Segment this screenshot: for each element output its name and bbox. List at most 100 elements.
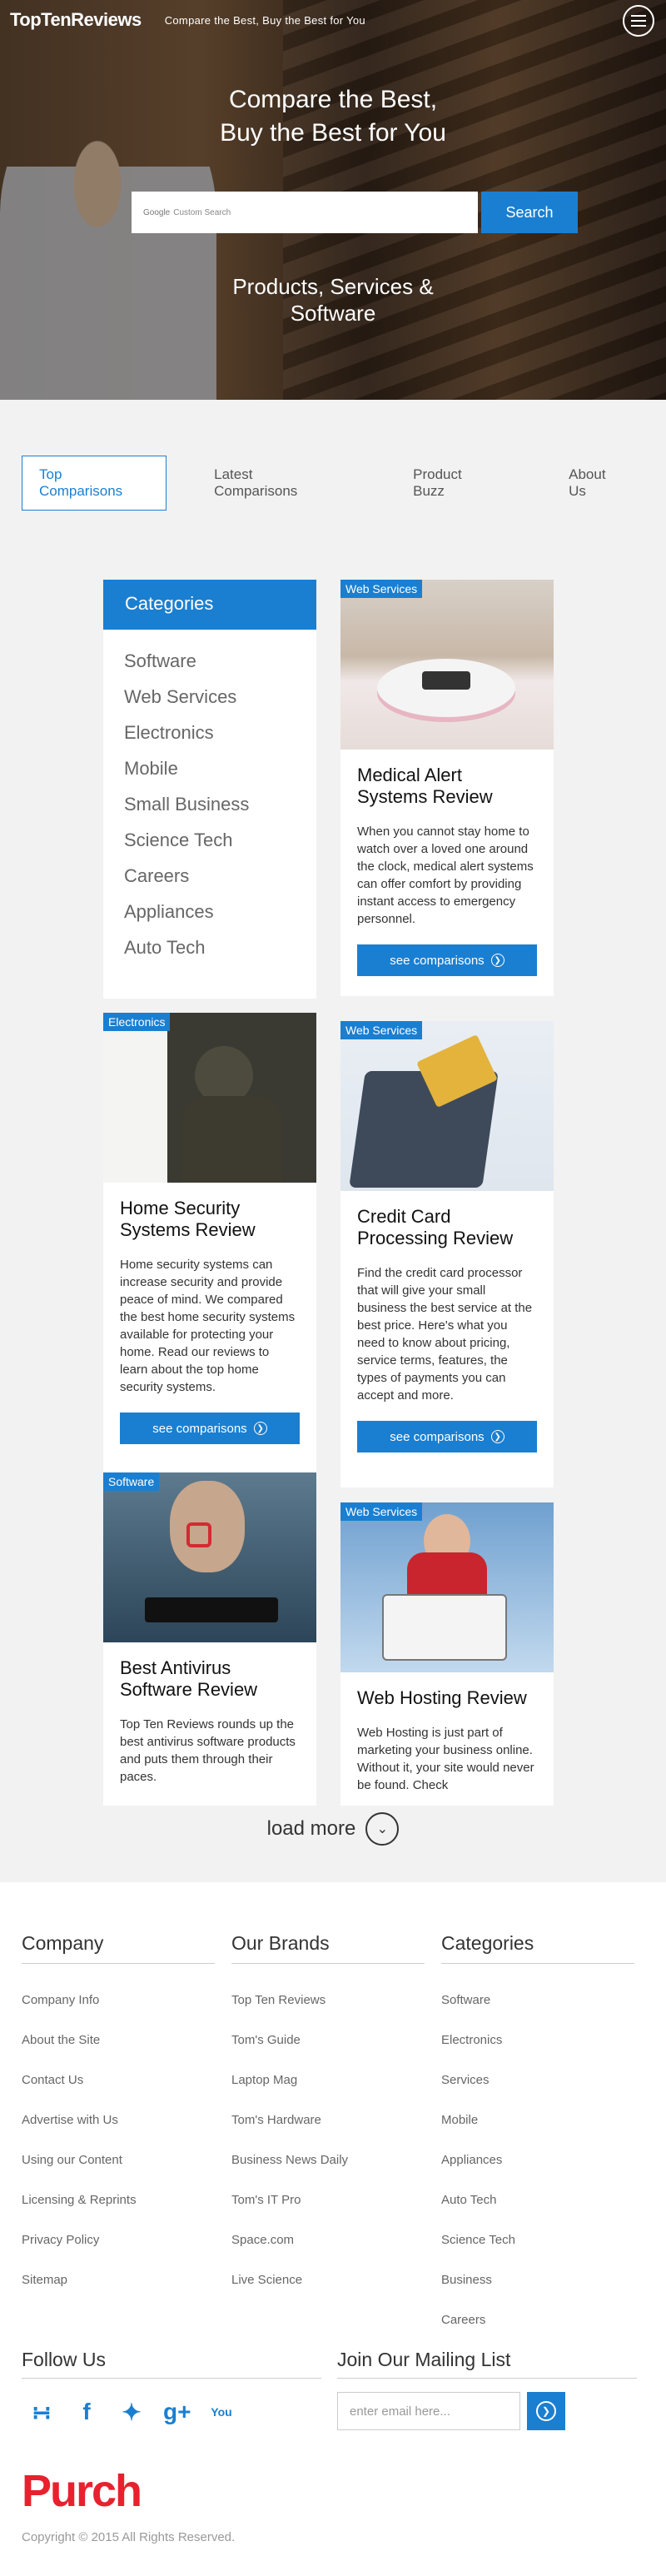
card-title[interactable]: Web Hosting Review: [340, 1672, 554, 1709]
home-security-image: Electronics: [103, 1013, 316, 1183]
see-comparisons-button[interactable]: see comparisons ❯: [357, 1421, 537, 1452]
card-title[interactable]: Best Antivirus Software Review: [103, 1642, 316, 1701]
footer-link[interactable]: Laptop Mag: [231, 2060, 425, 2100]
mailing-list: Join Our Mailing List enter email here..…: [337, 2349, 637, 2430]
footer-link[interactable]: Privacy Policy: [22, 2220, 215, 2260]
search-button[interactable]: Search: [481, 192, 578, 233]
hero-subtitle: Products, Services & Software: [0, 273, 666, 326]
footer-link[interactable]: Appliances: [441, 2140, 634, 2180]
badge: Web Services: [340, 1021, 423, 1039]
footer-company: Company Company Info About the Site Cont…: [22, 1932, 215, 2300]
mailing-list-title: Join Our Mailing List: [337, 2349, 637, 2379]
hero-title: Compare the Best, Buy the Best for You: [0, 83, 666, 150]
see-comparisons-button[interactable]: see comparisons ❯: [357, 944, 537, 976]
arrow-right-icon: ❯: [490, 1430, 504, 1443]
search-input[interactable]: Google Custom Search: [132, 192, 478, 233]
logo-text: TopTenReviews: [10, 9, 142, 30]
card-title[interactable]: Medical Alert Systems Review: [340, 750, 554, 808]
footer-link[interactable]: Mobile: [441, 2100, 634, 2140]
footer-link[interactable]: Science Tech: [441, 2220, 634, 2260]
footer-link[interactable]: Business: [441, 2260, 634, 2300]
twitter-icon[interactable]: ✦: [118, 2399, 145, 2426]
footer-brands: Our Brands Top Ten Reviews Tom's Guide L…: [231, 1932, 425, 2300]
facebook-icon[interactable]: f: [73, 2399, 100, 2426]
category-web-services[interactable]: Web Services: [103, 679, 316, 715]
chevron-down-icon: ⌄: [365, 1812, 400, 1846]
tab-latest-comparisons[interactable]: Latest Comparisons: [196, 456, 357, 511]
category-appliances[interactable]: Appliances: [103, 894, 316, 929]
category-careers[interactable]: Careers: [103, 858, 316, 894]
category-software[interactable]: Software: [103, 643, 316, 679]
card-description: Top Ten Reviews rounds up the best antiv…: [120, 1717, 296, 1784]
footer-link[interactable]: Using our Content: [22, 2140, 215, 2180]
arrow-right-icon: ❯: [536, 2401, 556, 2421]
email-submit-button[interactable]: ❯: [527, 2392, 565, 2430]
footer-link[interactable]: Electronics: [441, 2020, 634, 2060]
button-label: see comparisons: [390, 953, 485, 968]
category-small-business[interactable]: Small Business: [103, 786, 316, 822]
hero-title-line1: Compare the Best,: [228, 86, 438, 113]
web-hosting-image: Web Services: [340, 1502, 554, 1672]
footer-link[interactable]: Software: [441, 1981, 634, 2020]
footer-link[interactable]: Advertise with Us: [22, 2100, 215, 2140]
footer-link[interactable]: Business News Daily: [231, 2140, 425, 2180]
card-title[interactable]: Home Security Systems Review: [103, 1183, 316, 1241]
hero-title-line2: Buy the Best for You: [220, 119, 446, 147]
tab-top-comparisons[interactable]: Top Comparisons: [22, 456, 167, 511]
youtube-icon[interactable]: You: [208, 2399, 235, 2426]
email-input[interactable]: enter email here...: [337, 2392, 520, 2430]
badge: Software: [103, 1472, 160, 1491]
footer-link[interactable]: Auto Tech: [441, 2180, 634, 2220]
badge: Web Services: [340, 580, 423, 598]
tab-product-buzz[interactable]: Product Buzz: [395, 456, 514, 511]
footer-link[interactable]: Tom's Guide: [231, 2020, 425, 2060]
card-credit-card: Web Services Credit Card Processing Revi…: [340, 1021, 554, 1487]
footer-link[interactable]: Careers: [441, 2300, 634, 2340]
footer-link[interactable]: Licensing & Reprints: [22, 2180, 215, 2220]
search-form: Google Custom Search Search: [132, 192, 578, 233]
footer-link[interactable]: About the Site: [22, 2020, 215, 2060]
footer-link[interactable]: Tom's IT Pro: [231, 2180, 425, 2220]
tab-about-us[interactable]: About Us: [551, 456, 644, 511]
category-science-tech[interactable]: Science Tech: [103, 822, 316, 858]
rss-icon[interactable]: ∺: [28, 2399, 55, 2426]
see-comparisons-button[interactable]: see comparisons ❯: [120, 1413, 300, 1444]
footer-link[interactable]: Contact Us: [22, 2060, 215, 2100]
footer-link[interactable]: Company Info: [22, 1981, 215, 2020]
follow-us-title: Follow Us: [22, 2349, 321, 2379]
antivirus-image: Software: [103, 1472, 316, 1642]
badge: Web Services: [340, 1502, 423, 1521]
hero-subtitle-line1: Products, Services &: [232, 274, 434, 299]
category-auto-tech[interactable]: Auto Tech: [103, 929, 316, 965]
card-medical-alert: Web Services Medical Alert Systems Revie…: [340, 580, 554, 996]
category-electronics[interactable]: Electronics: [103, 715, 316, 750]
copyright: Copyright © 2015 All Rights Reserved.: [22, 2530, 236, 2544]
categories-panel: Categories Software Web Services Electro…: [103, 580, 316, 999]
purch-logo[interactable]: Purch: [22, 2465, 142, 2517]
hero-subtitle-line2: Software: [290, 301, 376, 326]
comparison-tabs: Top Comparisons Latest Comparisons Produ…: [0, 400, 666, 566]
footer: Company Company Info About the Site Cont…: [0, 1882, 666, 2576]
footer-link[interactable]: Space.com: [231, 2220, 425, 2260]
footer-link[interactable]: Tom's Hardware: [231, 2100, 425, 2140]
content-grid: Categories Software Web Services Electro…: [0, 566, 666, 1882]
top-bar: TopTenReviews Compare the Best, Buy the …: [0, 0, 666, 40]
header-tagline: Compare the Best, Buy the Best for You: [164, 13, 365, 27]
footer-link[interactable]: Sitemap: [22, 2260, 215, 2300]
footer-company-title: Company: [22, 1932, 215, 1964]
footer-link[interactable]: Services: [441, 2060, 634, 2100]
hamburger-menu-icon[interactable]: [623, 5, 654, 37]
categories-title: Categories: [103, 580, 316, 630]
hero-banner: TopTenReviews Compare the Best, Buy the …: [0, 0, 666, 400]
google-plus-icon[interactable]: g+: [163, 2399, 191, 2426]
footer-categories-title: Categories: [441, 1932, 634, 1964]
footer-link[interactable]: Top Ten Reviews: [231, 1981, 425, 2020]
card-title[interactable]: Credit Card Processing Review: [340, 1191, 554, 1249]
arrow-right-icon: ❯: [490, 954, 504, 967]
footer-brands-title: Our Brands: [231, 1932, 425, 1964]
load-more-button[interactable]: load more ⌄: [0, 1812, 666, 1846]
site-logo[interactable]: TopTenReviews: [10, 9, 142, 31]
footer-link[interactable]: Live Science: [231, 2260, 425, 2300]
category-mobile[interactable]: Mobile: [103, 750, 316, 786]
follow-us: Follow Us ∺ f ✦ g+ You: [22, 2349, 321, 2426]
